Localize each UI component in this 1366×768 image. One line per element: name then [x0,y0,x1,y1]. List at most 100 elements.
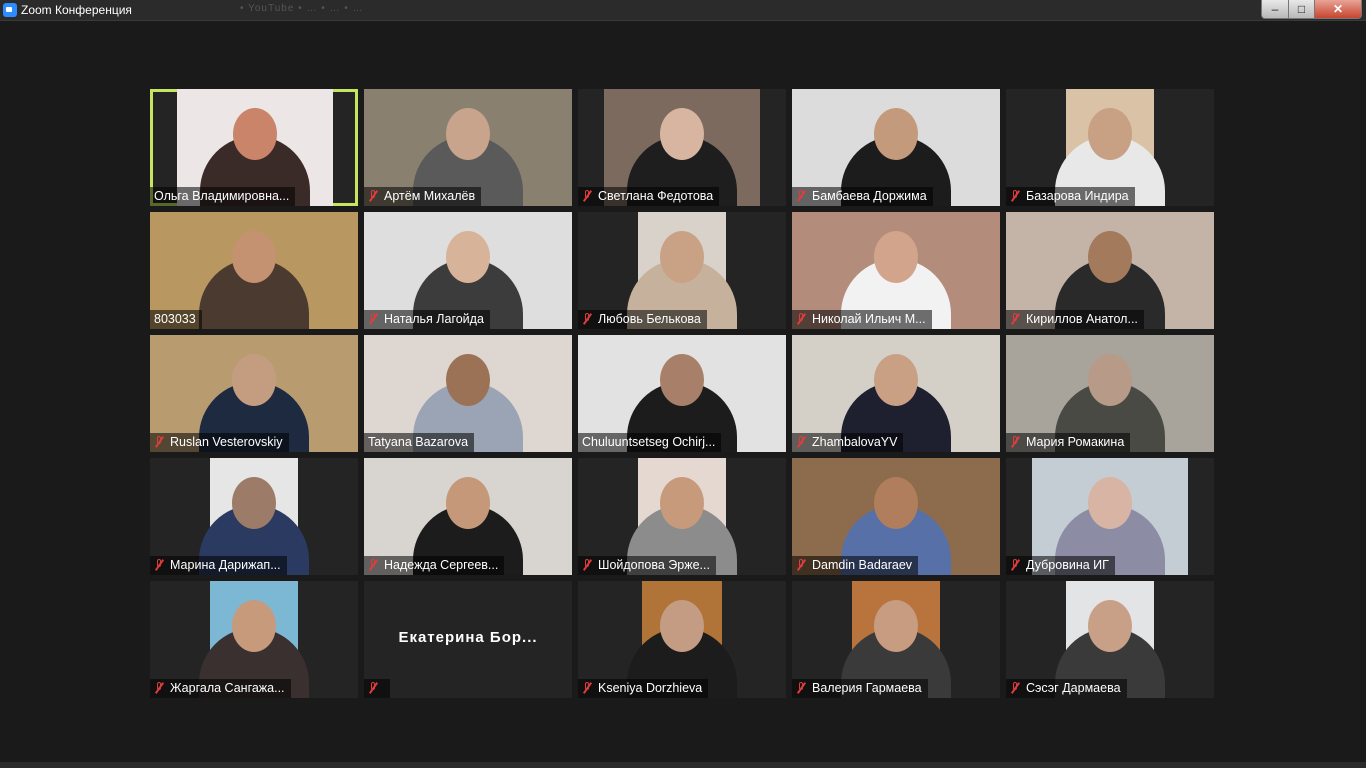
participant-tile[interactable]: Кириллов Анатол... [1006,212,1214,329]
minimize-button[interactable]: – [1261,0,1289,19]
gallery-view: Ольга Владимировна... Артём Михалёв Светла… [150,89,1216,699]
muted-mic-icon [368,190,378,202]
participant-tile[interactable]: Мария Ромакина [1006,335,1214,452]
participant-tile[interactable]: Базарова Индира [1006,89,1214,206]
participant-tile[interactable]: Ruslan Vesterovskiy [150,335,358,452]
participant-tile[interactable]: Марина Дарижап... [150,458,358,575]
participant-name-label: 803033 [150,310,202,329]
muted-mic-icon [796,190,806,202]
participant-name-label: Базарова Индира [1006,187,1135,206]
participant-tile[interactable]: Екатерина Бор... [364,581,572,698]
close-icon: ✕ [1332,2,1344,16]
participant-name-label: Марина Дарижап... [150,556,287,575]
participant-name-label: Tatyana Bazarova [364,433,475,452]
participant-tile[interactable]: Ольга Владимировна... [150,89,358,206]
minimize-icon: – [1271,2,1279,16]
participant-face [660,477,704,529]
participant-name: Николай Ильич М... [812,312,926,326]
muted-mic-icon [1010,190,1020,202]
participant-face [660,354,704,406]
muted-mic-icon [582,559,592,571]
window-titlebar: Zoom Конференция • YouTube • … • … • … –… [0,0,1366,21]
muted-mic-icon [1010,436,1020,448]
participant-face [232,477,276,529]
participant-tile[interactable]: Сэсэг Дармаева [1006,581,1214,698]
participant-tile[interactable]: Дубровина ИГ [1006,458,1214,575]
muted-mic-icon [368,559,378,571]
muted-mic-icon [796,313,806,325]
participant-name-label: Бамбаева Доржима [792,187,933,206]
participant-name-label: Chuluuntsetseg Ochirj... [578,433,722,452]
participant-name-label: Ольга Владимировна... [150,187,296,206]
participant-face [660,600,704,652]
participant-name: Tatyana Bazarova [368,435,469,449]
participant-face [232,354,276,406]
participant-tile[interactable]: Надежда Сергеев... [364,458,572,575]
participant-name: Надежда Сергеев... [384,558,499,572]
participant-tile[interactable]: Николай Ильич М... [792,212,1000,329]
participant-face [232,231,276,283]
participant-face [874,231,918,283]
participant-name-label: Жаргала Сангажа... [150,679,291,698]
participant-name-label: Kseniya Dorzhieva [578,679,709,698]
participant-name-label: Мария Ромакина [1006,433,1131,452]
participant-tile[interactable]: Жаргала Сангажа... [150,581,358,698]
participant-name-label: Любовь Белькова [578,310,707,329]
participant-name: Артём Михалёв [384,189,476,203]
participant-name-label: Наталья Лагойда [364,310,490,329]
participant-tile[interactable]: Tatyana Bazarova [364,335,572,452]
bottom-bar [0,762,1366,768]
participant-face [233,108,277,160]
close-button[interactable]: ✕ [1314,0,1362,19]
participant-name: Наталья Лагойда [384,312,484,326]
muted-mic-icon [796,559,806,571]
participant-name: Chuluuntsetseg Ochirj... [582,435,716,449]
muted-mic-icon [1010,559,1020,571]
participant-face [874,477,918,529]
participant-tile[interactable]: Chuluuntsetseg Ochirj... [578,335,786,452]
muted-mic-icon [368,313,378,325]
participant-display-name: Екатерина Бор... [398,629,538,646]
muted-mic-icon [154,436,164,448]
participant-name: Сэсэг Дармаева [1026,681,1121,695]
participant-tile[interactable]: Kseniya Dorzhieva [578,581,786,698]
participant-name: Damdin Badaraev [812,558,913,572]
maximize-button[interactable]: □ [1288,0,1315,19]
participant-name: Бамбаева Доржима [812,189,927,203]
participant-name-label: Дубровина ИГ [1006,556,1115,575]
window-title: Zoom Конференция [21,3,132,17]
participant-tile[interactable]: Любовь Белькова [578,212,786,329]
muted-mic-icon [1010,682,1020,694]
participant-tile[interactable]: Наталья Лагойда [364,212,572,329]
participant-name-label: Николай Ильич М... [792,310,932,329]
participant-name: Базарова Индира [1026,189,1129,203]
muted-mic-icon [1010,313,1020,325]
participant-tile[interactable]: 803033 [150,212,358,329]
participant-tile[interactable]: Светлана Федотова [578,89,786,206]
muted-mic-icon [582,190,592,202]
participant-face [1088,600,1132,652]
muted-mic-icon [796,436,806,448]
participant-face [446,477,490,529]
participant-face [446,108,490,160]
participant-name-label: Артём Михалёв [364,187,482,206]
participant-face [446,354,490,406]
participant-name: ZhambalovaYV [812,435,898,449]
participant-name: Ольга Владимировна... [154,189,290,203]
participant-tile[interactable]: Шойдопова Эрже... [578,458,786,575]
participant-name: Любовь Белькова [598,312,701,326]
participant-face [1088,477,1132,529]
participant-name: Шойдопова Эрже... [598,558,710,572]
participant-tile[interactable]: ZhambalovaYV [792,335,1000,452]
participant-face [874,600,918,652]
participant-name: Жаргала Сангажа... [170,681,285,695]
participant-tile[interactable]: Валерия Гармаева [792,581,1000,698]
participant-name: Кириллов Анатол... [1026,312,1138,326]
participant-name: Марина Дарижап... [170,558,281,572]
participant-name-label [364,679,390,698]
participant-face [232,600,276,652]
participant-name-label: Ruslan Vesterovskiy [150,433,289,452]
participant-tile[interactable]: Артём Михалёв [364,89,572,206]
participant-tile[interactable]: Бамбаева Доржима [792,89,1000,206]
participant-tile[interactable]: Damdin Badaraev [792,458,1000,575]
